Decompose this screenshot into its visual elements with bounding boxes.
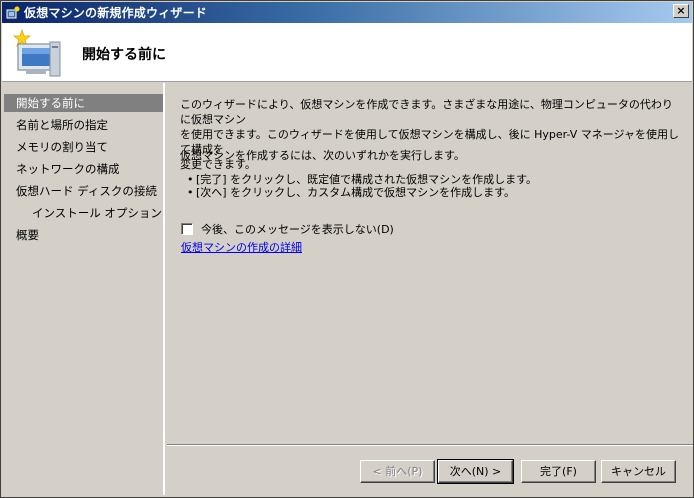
wizard-content: このウィザードにより、仮想マシンを作成できます。さまざまな用途に、物理コンピュー…: [167, 83, 693, 444]
bullet-icon: •: [187, 173, 194, 186]
option-list: • [完了] をクリックし、既定値で構成された仮想マシンを作成します。 • [次…: [187, 173, 667, 199]
instruction-text: 仮想マシンを作成するには、次のいずれかを実行します。: [180, 149, 465, 162]
nav-step-memory[interactable]: メモリの割り当て: [4, 138, 163, 156]
dont-show-again-option[interactable]: 今後、このメッセージを表示しない(D): [181, 221, 394, 237]
wizard-window: 仮想マシンの新規作成ウィザード × 開始する前に 開始する前に 名前と場所の指定…: [0, 0, 694, 498]
dont-show-again-checkbox[interactable]: [181, 223, 193, 235]
button-bar: < 前へ(P) 次へ(N) > 完了(F) キャンセル: [167, 444, 693, 496]
dont-show-again-label[interactable]: 今後、このメッセージを表示しない(D): [201, 221, 394, 237]
wizard-step-nav: 開始する前に 名前と場所の指定 メモリの割り当て ネットワークの構成 仮想ハード…: [2, 83, 165, 495]
list-item: • [次へ] をクリックし、カスタム構成で仮想マシンを作成します。: [187, 186, 667, 199]
nav-step-name-location[interactable]: 名前と場所の指定: [4, 116, 163, 134]
close-button[interactable]: ×: [673, 4, 689, 18]
wizard-app-icon: [6, 6, 20, 20]
cancel-button[interactable]: キャンセル: [601, 460, 676, 483]
nav-step-installation-options[interactable]: インストール オプション: [4, 204, 163, 222]
next-button[interactable]: 次へ(N) >: [437, 459, 514, 484]
window-title: 仮想マシンの新規作成ウィザード: [24, 6, 208, 20]
nav-step-before-you-begin[interactable]: 開始する前に: [4, 94, 163, 112]
page-title: 開始する前に: [82, 47, 166, 63]
list-item: • [完了] をクリックし、既定値で構成された仮想マシンを作成します。: [187, 173, 667, 186]
bullet-icon: •: [187, 186, 194, 199]
finish-button[interactable]: 完了(F): [521, 460, 596, 483]
wizard-header: 開始する前に: [2, 23, 692, 82]
vm-creation-details-link[interactable]: 仮想マシンの作成の詳細: [181, 239, 302, 255]
list-item-text: [完了] をクリックし、既定値で構成された仮想マシンを作成します。: [196, 173, 537, 186]
back-button[interactable]: < 前へ(P): [360, 460, 435, 483]
nav-step-networking[interactable]: ネットワークの構成: [4, 160, 163, 178]
close-icon: ×: [676, 4, 686, 17]
list-item-text: [次へ] をクリックし、カスタム構成で仮想マシンを作成します。: [196, 186, 515, 199]
nav-step-virtual-hard-disk[interactable]: 仮想ハード ディスクの接続: [4, 182, 163, 200]
new-virtual-machine-icon: [8, 26, 64, 80]
intro-line: このウィザードにより、仮想マシンを作成できます。さまざまな用途に、物理コンピュー…: [180, 98, 673, 126]
title-bar[interactable]: 仮想マシンの新規作成ウィザード ×: [2, 2, 692, 23]
nav-step-summary[interactable]: 概要: [4, 226, 163, 244]
